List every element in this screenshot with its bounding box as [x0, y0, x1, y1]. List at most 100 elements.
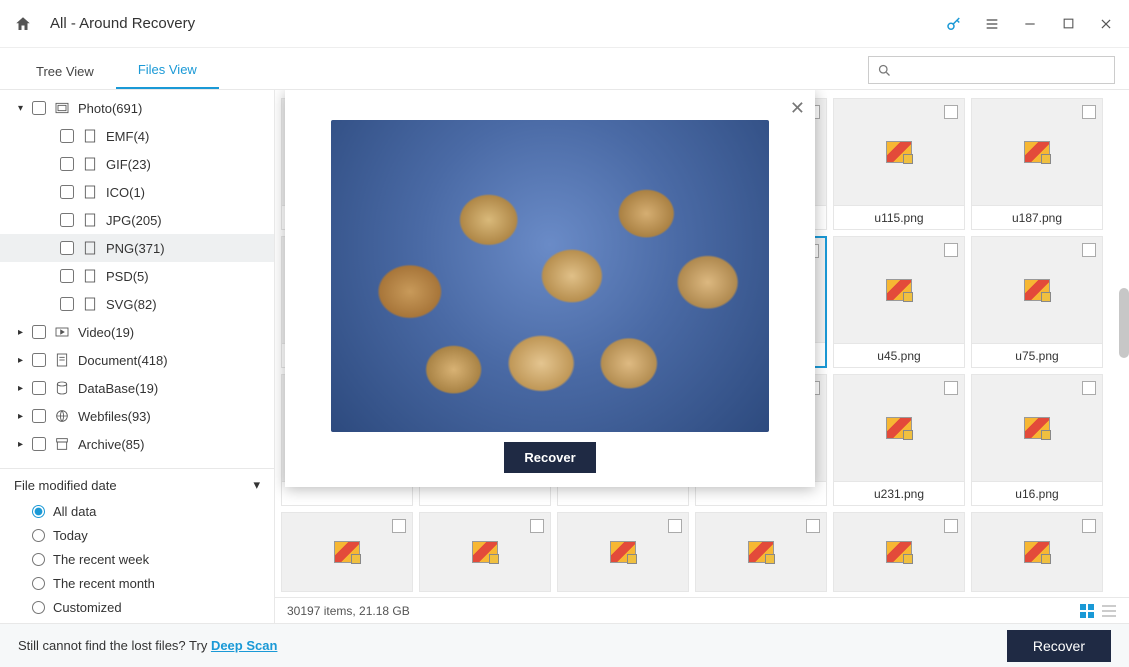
file-icon — [82, 296, 98, 312]
thumb-checkbox[interactable] — [392, 519, 406, 533]
tree-item[interactable]: PSD(5) — [0, 262, 274, 290]
tree-checkbox[interactable] — [32, 437, 46, 451]
scrollbar-thumb[interactable] — [1119, 288, 1129, 358]
video-icon — [54, 324, 70, 340]
tree-photo[interactable]: ▾ Photo(691) — [0, 94, 274, 122]
document-icon — [54, 352, 70, 368]
thumb-checkbox[interactable] — [944, 105, 958, 119]
chevron-down-icon[interactable]: ▾ — [253, 477, 260, 493]
filter-option[interactable]: The recent month — [14, 571, 260, 595]
tree-checkbox[interactable] — [60, 157, 74, 171]
minimize-icon[interactable] — [1021, 15, 1039, 33]
tree-checkbox[interactable] — [32, 353, 46, 367]
file-thumb[interactable]: u16.png — [971, 374, 1103, 506]
file-thumb[interactable] — [557, 512, 689, 592]
tree-item[interactable]: JPG(205) — [0, 206, 274, 234]
filter-option[interactable]: All data — [14, 499, 260, 523]
thumb-checkbox[interactable] — [1082, 519, 1096, 533]
search-input[interactable] — [898, 63, 1106, 78]
tree-archive[interactable]: ▸Archive(85) — [0, 430, 274, 458]
grid-view-icon[interactable] — [1079, 603, 1095, 619]
file-thumb[interactable]: u187.png — [971, 98, 1103, 230]
thumb-checkbox[interactable] — [1082, 105, 1096, 119]
menu-icon[interactable] — [983, 15, 1001, 33]
file-thumb[interactable] — [833, 512, 965, 592]
tree-webfiles[interactable]: ▸Webfiles(93) — [0, 402, 274, 430]
tree-item-selected[interactable]: PNG(371) — [0, 234, 274, 262]
filter-radio[interactable] — [32, 553, 45, 566]
image-placeholder-icon — [334, 541, 360, 563]
filter-header[interactable]: File modified date ▾ — [14, 477, 260, 493]
file-thumb[interactable]: u115.png — [833, 98, 965, 230]
chevron-right-icon[interactable]: ▸ — [18, 327, 28, 338]
key-icon[interactable] — [945, 15, 963, 33]
file-name: u16.png — [972, 481, 1102, 505]
image-placeholder-icon — [1024, 417, 1050, 439]
filter-option[interactable]: The recent week — [14, 547, 260, 571]
photo-icon — [54, 100, 70, 116]
tree-checkbox[interactable] — [32, 409, 46, 423]
thumb-checkbox[interactable] — [944, 381, 958, 395]
tree-item[interactable]: SVG(82) — [0, 290, 274, 318]
tree-checkbox[interactable] — [60, 297, 74, 311]
close-icon[interactable]: ✕ — [790, 98, 805, 119]
thumb-checkbox[interactable] — [944, 519, 958, 533]
file-thumb[interactable] — [971, 512, 1103, 592]
image-placeholder-icon — [1024, 279, 1050, 301]
deep-scan-link[interactable]: Deep Scan — [211, 638, 277, 653]
modal-recover-button[interactable]: Recover — [504, 442, 595, 473]
thumb-checkbox[interactable] — [530, 519, 544, 533]
chevron-down-icon[interactable]: ▾ — [18, 103, 28, 114]
tree-checkbox[interactable] — [32, 325, 46, 339]
chevron-right-icon[interactable]: ▸ — [18, 439, 28, 450]
view-toggle — [1079, 603, 1117, 619]
recover-button[interactable]: Recover — [1007, 630, 1111, 662]
thumb-checkbox[interactable] — [1082, 381, 1096, 395]
tab-files-view[interactable]: Files View — [116, 52, 219, 89]
filter-label: All data — [53, 504, 96, 519]
tree-database[interactable]: ▸DataBase(19) — [0, 374, 274, 402]
filter-option[interactable]: Customized — [14, 595, 260, 619]
tree-item[interactable]: EMF(4) — [0, 122, 274, 150]
chevron-right-icon[interactable]: ▸ — [18, 383, 28, 394]
file-icon — [82, 268, 98, 284]
tree-checkbox[interactable] — [60, 241, 74, 255]
thumb-checkbox[interactable] — [944, 243, 958, 257]
file-thumb[interactable] — [695, 512, 827, 592]
filter-radio[interactable] — [32, 601, 45, 614]
list-view-icon[interactable] — [1101, 603, 1117, 619]
titlebar: All - Around Recovery — [0, 0, 1129, 48]
tree-checkbox[interactable] — [60, 269, 74, 283]
tree-video[interactable]: ▸ Video(19) — [0, 318, 274, 346]
chevron-right-icon[interactable]: ▸ — [18, 355, 28, 366]
search-box[interactable] — [868, 56, 1115, 84]
thumb-checkbox[interactable] — [806, 519, 820, 533]
tree-checkbox[interactable] — [60, 213, 74, 227]
file-thumb[interactable]: u45.png — [833, 236, 965, 368]
tree-item[interactable]: ICO(1) — [0, 178, 274, 206]
tree-label: SVG(82) — [106, 297, 157, 312]
maximize-icon[interactable] — [1059, 15, 1077, 33]
tab-tree-view[interactable]: Tree View — [14, 54, 116, 89]
thumb-checkbox[interactable] — [668, 519, 682, 533]
tree-document[interactable]: ▸Document(418) — [0, 346, 274, 374]
tree-label: Video(19) — [78, 325, 134, 340]
tree-checkbox[interactable] — [60, 129, 74, 143]
tree-checkbox[interactable] — [60, 185, 74, 199]
file-thumb[interactable] — [419, 512, 551, 592]
filter-radio[interactable] — [32, 505, 45, 518]
file-thumb[interactable] — [281, 512, 413, 592]
close-icon[interactable] — [1097, 15, 1115, 33]
tree-checkbox[interactable] — [32, 381, 46, 395]
home-icon[interactable] — [14, 15, 32, 33]
filter-option[interactable]: Today — [14, 523, 260, 547]
status-text: 30197 items, 21.18 GB — [287, 604, 410, 618]
file-thumb[interactable]: u231.png — [833, 374, 965, 506]
tree-checkbox[interactable] — [32, 101, 46, 115]
chevron-right-icon[interactable]: ▸ — [18, 411, 28, 422]
filter-radio[interactable] — [32, 577, 45, 590]
filter-radio[interactable] — [32, 529, 45, 542]
tree-item[interactable]: GIF(23) — [0, 150, 274, 178]
thumb-checkbox[interactable] — [1082, 243, 1096, 257]
file-thumb[interactable]: u75.png — [971, 236, 1103, 368]
